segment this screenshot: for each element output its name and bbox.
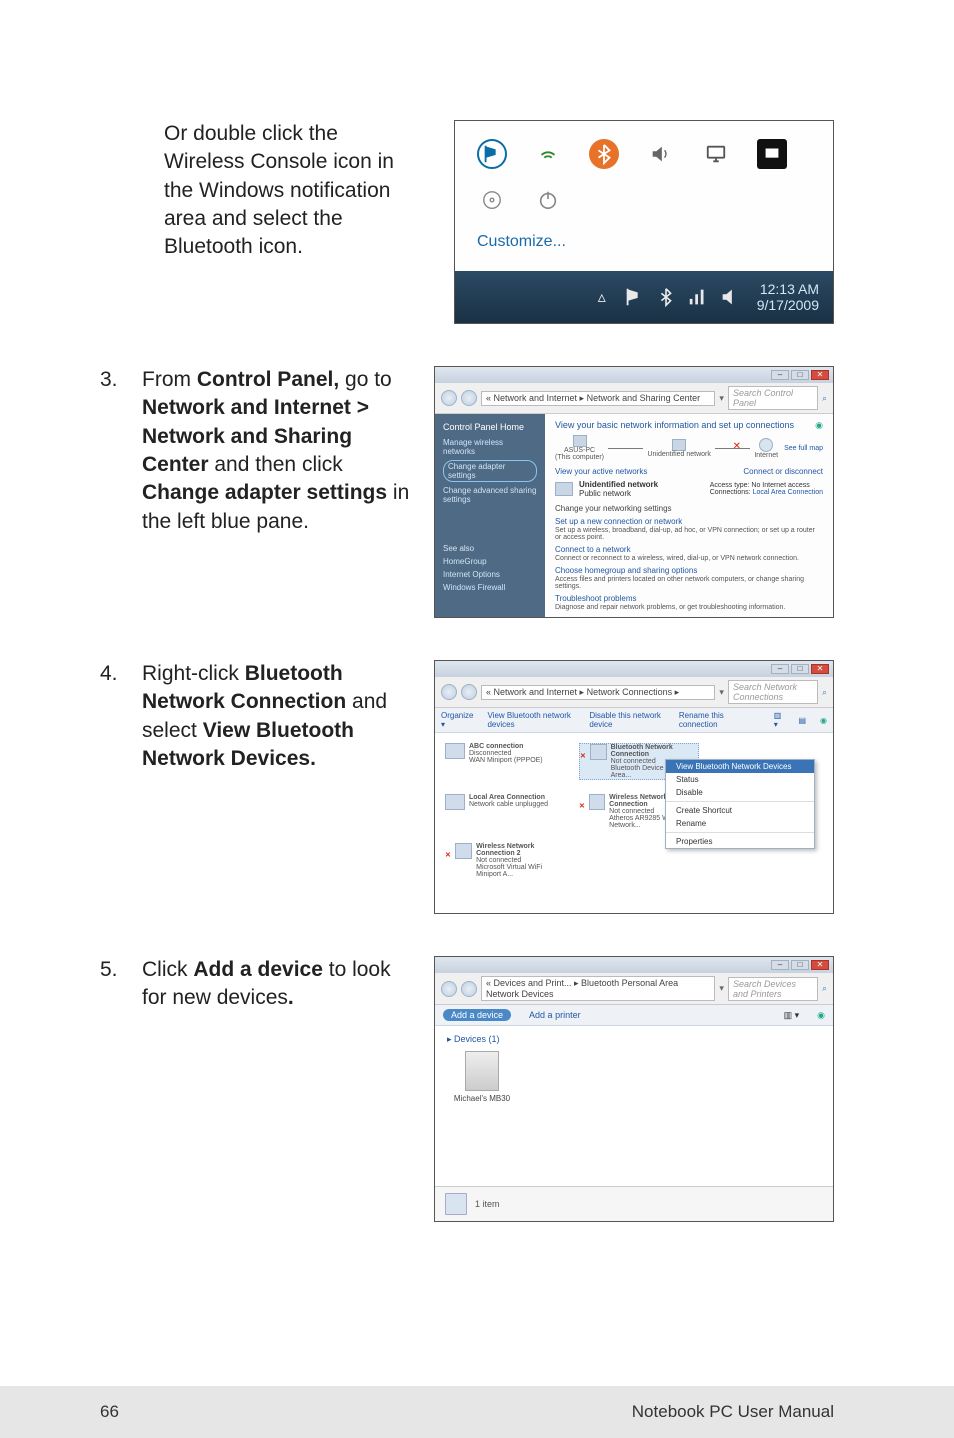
device-item[interactable]: Michael's MB30 bbox=[447, 1051, 517, 1103]
full-map-link[interactable]: See full map bbox=[784, 445, 823, 452]
menu-view-bt-devices[interactable]: View Bluetooth Network Devices bbox=[666, 760, 814, 773]
disable-device-btn[interactable]: Disable this network device bbox=[589, 711, 665, 729]
minimize-btn[interactable]: – bbox=[771, 960, 789, 970]
conn-wireless2[interactable]: ✕ Wireless Network Connection 2Not conne… bbox=[445, 843, 565, 878]
bt-devices-screenshot: – □ ✕ « Devices and Print... ▸ Bluetooth… bbox=[434, 956, 834, 1222]
advanced-sharing-link[interactable]: Change advanced sharing settings bbox=[443, 486, 537, 504]
firewall-link[interactable]: Windows Firewall bbox=[443, 583, 537, 592]
step4-text: Right-click Bluetooth Network Connection… bbox=[142, 660, 420, 773]
tray-volume-icon[interactable] bbox=[719, 286, 741, 308]
minimize-btn[interactable]: – bbox=[771, 664, 789, 674]
troubleshoot-link[interactable]: Troubleshoot problemsDiagnose and repair… bbox=[555, 594, 823, 611]
tray-bluetooth-icon[interactable] bbox=[655, 286, 677, 308]
monitor-icon bbox=[701, 139, 731, 169]
change-settings-label: Change your networking settings bbox=[555, 504, 823, 513]
search-icon[interactable]: ⌕ bbox=[822, 983, 827, 994]
setup-conn-link[interactable]: Set up a new connection or networkSet up… bbox=[555, 517, 823, 541]
minimize-btn[interactable]: – bbox=[771, 370, 789, 380]
fwd-btn[interactable] bbox=[461, 684, 477, 700]
add-device-btn[interactable]: Add a device bbox=[443, 1009, 511, 1021]
manage-wireless-link[interactable]: Manage wireless networks bbox=[443, 438, 537, 456]
connect-disconnect-link[interactable]: Connect or disconnect bbox=[743, 467, 823, 476]
close-btn[interactable]: ✕ bbox=[811, 370, 829, 380]
homegroup-link[interactable]: HomeGroup bbox=[443, 557, 537, 566]
step-number: 4. bbox=[100, 660, 124, 773]
active-networks-label: View your active networks bbox=[555, 467, 647, 476]
menu-disable[interactable]: Disable bbox=[666, 786, 814, 799]
rename-conn-btn[interactable]: Rename this connection bbox=[679, 711, 746, 729]
step5-text: Click Add a device to look for new devic… bbox=[142, 956, 420, 1013]
nc-heading: View your basic network information and … bbox=[555, 420, 794, 431]
tray-expand-icon[interactable]: ▵ bbox=[591, 286, 613, 308]
homegroup-sharing-link[interactable]: Choose homegroup and sharing optionsAcce… bbox=[555, 566, 823, 590]
status-count: 1 item bbox=[475, 1199, 500, 1209]
devices-group[interactable]: ▸ Devices (1) bbox=[447, 1034, 500, 1045]
back-btn[interactable] bbox=[441, 981, 457, 997]
fwd-btn[interactable] bbox=[461, 981, 477, 997]
step-number: 5. bbox=[100, 956, 124, 1013]
search-input[interactable]: Search Control Panel bbox=[728, 386, 818, 410]
view-icon[interactable]: ▥ ▾ bbox=[784, 1010, 800, 1021]
search-icon[interactable]: ⌕ bbox=[822, 687, 827, 698]
conn-abc[interactable]: ABC connectionDisconnectedWAN Miniport (… bbox=[445, 743, 565, 780]
internet-options-link[interactable]: Internet Options bbox=[443, 570, 537, 579]
wireless-console-icon bbox=[533, 139, 563, 169]
network-name: Unidentified network bbox=[579, 480, 658, 489]
organize-menu[interactable]: Organize ▾ bbox=[441, 711, 473, 729]
close-btn[interactable]: ✕ bbox=[811, 664, 829, 674]
step3-text: From Control Panel, go to Network and In… bbox=[142, 366, 420, 536]
maximize-btn[interactable]: □ bbox=[791, 370, 809, 380]
cp-home[interactable]: Control Panel Home bbox=[443, 422, 537, 432]
lan-conn-link[interactable]: Local Area Connection bbox=[753, 489, 823, 496]
bluetooth-icon bbox=[589, 139, 619, 169]
view-icon[interactable]: ▥ ▾ bbox=[774, 711, 785, 729]
search-input[interactable]: Search Devices and Printers bbox=[728, 977, 818, 1001]
screen-icon bbox=[757, 139, 787, 169]
tray-network-icon[interactable] bbox=[687, 286, 709, 308]
network-center-screenshot: – □ ✕ « Network and Internet ▸ Network a… bbox=[434, 366, 834, 618]
disc-icon bbox=[477, 185, 507, 215]
breadcrumb[interactable]: « Devices and Print... ▸ Bluetooth Perso… bbox=[481, 976, 715, 1001]
step-number: 3. bbox=[100, 366, 124, 536]
context-menu: View Bluetooth Network Devices Status Di… bbox=[665, 759, 815, 849]
fwd-btn[interactable] bbox=[461, 390, 477, 406]
menu-status[interactable]: Status bbox=[666, 773, 814, 786]
page-number: 66 bbox=[100, 1402, 119, 1422]
intro-text: Or double click the Wireless Console ico… bbox=[164, 120, 420, 262]
menu-rename[interactable]: Rename bbox=[666, 817, 814, 830]
add-printer-btn[interactable]: Add a printer bbox=[529, 1010, 581, 1020]
volume-icon bbox=[645, 139, 675, 169]
network-connections-screenshot: – □ ✕ « Network and Internet ▸ Network C… bbox=[434, 660, 834, 914]
help-icon[interactable]: ◉ bbox=[820, 716, 827, 725]
breadcrumb[interactable]: « Network and Internet ▸ Network Connect… bbox=[481, 685, 715, 700]
menu-properties[interactable]: Properties bbox=[666, 835, 814, 848]
breadcrumb[interactable]: « Network and Internet ▸ Network and Sha… bbox=[481, 391, 715, 406]
search-input[interactable]: Search Network Connections bbox=[728, 680, 818, 704]
change-adapter-link[interactable]: Change adapter settings bbox=[443, 460, 537, 482]
clock[interactable]: 12:13 AM 9/17/2009 bbox=[757, 281, 819, 313]
manual-title: Notebook PC User Manual bbox=[632, 1402, 834, 1422]
network-type: Public network bbox=[579, 489, 658, 498]
power-icon bbox=[533, 185, 563, 215]
help-icon[interactable]: ◉ bbox=[815, 420, 823, 431]
action-center-icon bbox=[477, 139, 507, 169]
back-btn[interactable] bbox=[441, 684, 457, 700]
search-icon[interactable]: ⌕ bbox=[822, 393, 827, 404]
close-btn[interactable]: ✕ bbox=[811, 960, 829, 970]
conn-lan[interactable]: Local Area ConnectionNetwork cable unplu… bbox=[445, 794, 565, 829]
phone-icon bbox=[465, 1051, 499, 1091]
help-icon[interactable]: ◉ bbox=[817, 1010, 825, 1021]
back-btn[interactable] bbox=[441, 390, 457, 406]
menu-shortcut[interactable]: Create Shortcut bbox=[666, 804, 814, 817]
see-also-label: See also bbox=[443, 544, 537, 553]
preview-icon[interactable]: ▤ bbox=[798, 716, 806, 725]
tray-flag-icon[interactable] bbox=[623, 286, 645, 308]
view-bt-devices-btn[interactable]: View Bluetooth network devices bbox=[487, 711, 575, 729]
maximize-btn[interactable]: □ bbox=[791, 960, 809, 970]
maximize-btn[interactable]: □ bbox=[791, 664, 809, 674]
connect-network-link[interactable]: Connect to a networkConnect or reconnect… bbox=[555, 545, 823, 562]
tray-screenshot: Customize... ▵ 12: bbox=[454, 120, 834, 324]
customize-link[interactable]: Customize... bbox=[455, 225, 833, 271]
